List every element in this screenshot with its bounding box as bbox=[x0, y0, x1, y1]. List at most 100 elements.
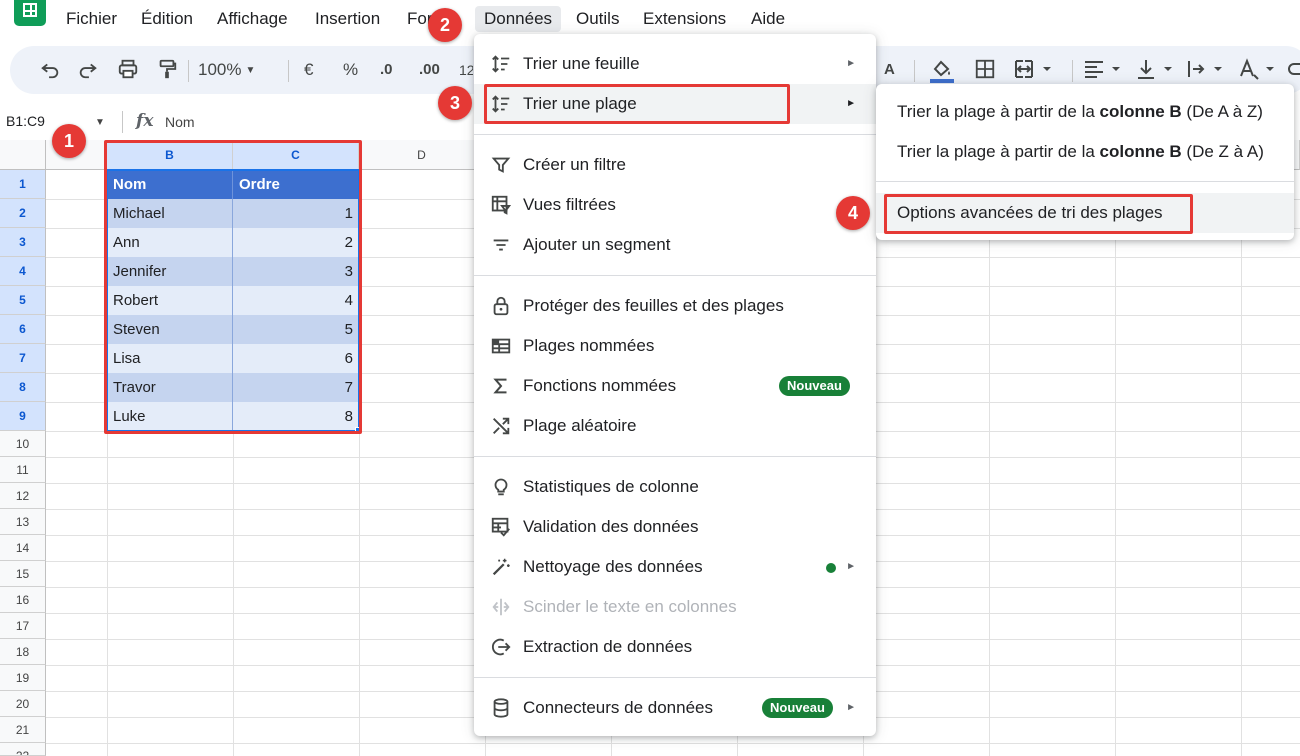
row-header-14[interactable]: 14 bbox=[0, 535, 46, 561]
slicer-icon bbox=[493, 239, 509, 251]
row-header-17[interactable]: 17 bbox=[0, 613, 46, 639]
submenu-item-label: Trier la plage à partir de la colonne B … bbox=[897, 142, 1264, 162]
percent-format-button[interactable]: % bbox=[343, 58, 358, 82]
submenu-item-sort-z-a[interactable]: Trier la plage à partir de la colonne B … bbox=[876, 132, 1294, 172]
row-header-21[interactable]: 21 bbox=[0, 717, 46, 743]
menu-item-nettoyage[interactable]: Nettoyage des données ► bbox=[474, 547, 876, 587]
menu-insertion[interactable]: Insertion bbox=[315, 9, 380, 29]
text-rotation-icon[interactable] bbox=[1237, 58, 1279, 82]
step-callout-1: 1 bbox=[52, 124, 86, 158]
submenu-item-column: colonne B bbox=[1099, 142, 1182, 161]
menu-item-trier-une-feuille[interactable]: Trier une feuille ► bbox=[474, 44, 876, 84]
row-header-10[interactable]: 10 bbox=[0, 431, 46, 457]
increase-decimals-button[interactable]: .00 bbox=[419, 58, 440, 82]
new-badge: Nouveau bbox=[762, 698, 833, 718]
menu-item-label: Trier une feuille bbox=[523, 54, 640, 73]
row-header-1[interactable]: 1 bbox=[0, 170, 46, 199]
column-header-d[interactable]: D bbox=[359, 140, 485, 170]
name-box[interactable]: B1:C9 bbox=[6, 113, 45, 129]
sigma-icon bbox=[493, 378, 507, 394]
sheets-logo-icon[interactable] bbox=[14, 0, 46, 26]
lock-icon bbox=[493, 296, 509, 316]
row-header-12[interactable]: 12 bbox=[0, 483, 46, 509]
row-header-6[interactable]: 6 bbox=[0, 315, 46, 344]
text-wrap-icon[interactable] bbox=[1185, 58, 1227, 82]
menu-item-proteger[interactable]: Protéger des feuilles et des plages bbox=[474, 286, 876, 326]
menu-fichier[interactable]: Fichier bbox=[66, 9, 117, 29]
menu-divider bbox=[474, 275, 876, 276]
borders-icon[interactable] bbox=[974, 58, 996, 82]
row-header-7[interactable]: 7 bbox=[0, 344, 46, 373]
decrease-decimals-button[interactable]: .0 bbox=[380, 58, 393, 82]
menu-item-extraction[interactable]: Extraction de données bbox=[474, 627, 876, 667]
menu-item-plage-aleatoire[interactable]: Plage aléatoire bbox=[474, 406, 876, 446]
fill-color-icon[interactable] bbox=[930, 58, 954, 83]
menu-divider bbox=[876, 181, 1294, 182]
menu-item-connecteurs[interactable]: Connecteurs de données Nouveau ► bbox=[474, 688, 876, 728]
menu-item-vues-filtrees[interactable]: Vues filtrées bbox=[474, 185, 876, 225]
row-header-20[interactable]: 20 bbox=[0, 691, 46, 717]
step-callout-2: 2 bbox=[428, 8, 462, 42]
row-header-4[interactable]: 4 bbox=[0, 257, 46, 286]
menu-item-label: Scinder le texte en colonnes bbox=[523, 597, 737, 616]
shuffle-icon bbox=[493, 417, 510, 435]
row-header-3[interactable]: 3 bbox=[0, 228, 46, 257]
menu-item-validation[interactable]: Validation des données bbox=[474, 507, 876, 547]
align-vertical-icon[interactable] bbox=[1135, 58, 1177, 82]
menu-item-fonctions-nommees[interactable]: Fonctions nommées Nouveau bbox=[474, 366, 876, 406]
row-header-11[interactable]: 11 bbox=[0, 457, 46, 483]
lightbulb-icon bbox=[494, 478, 508, 496]
select-all-corner[interactable] bbox=[0, 140, 46, 170]
submenu-arrow-icon: ► bbox=[846, 561, 856, 572]
merge-cells-icon[interactable] bbox=[1013, 58, 1053, 82]
menu-item-label: Plage aléatoire bbox=[523, 416, 637, 435]
chevron-down-icon[interactable]: ▼ bbox=[95, 117, 105, 128]
zoom-select[interactable]: 100% ▼ bbox=[198, 58, 255, 82]
redo-icon[interactable] bbox=[77, 58, 99, 82]
text-color-button[interactable]: A bbox=[884, 58, 895, 82]
menu-item-label: Protéger des feuilles et des plages bbox=[523, 296, 784, 315]
grid-line bbox=[46, 743, 1300, 744]
formula-input[interactable]: Nom bbox=[165, 114, 195, 130]
row-header-8[interactable]: 8 bbox=[0, 373, 46, 402]
row-header-18[interactable]: 18 bbox=[0, 639, 46, 665]
sort-icon bbox=[492, 55, 510, 73]
filter-views-icon bbox=[491, 195, 512, 215]
menu-item-label: Connecteurs de données bbox=[523, 698, 713, 717]
submenu-item-text: Trier la plage à partir de la bbox=[897, 102, 1100, 121]
insert-link-icon[interactable] bbox=[1288, 58, 1300, 82]
validation-icon bbox=[491, 517, 510, 537]
row-header-15[interactable]: 15 bbox=[0, 561, 46, 587]
print-icon[interactable] bbox=[117, 58, 139, 82]
menu-aide[interactable]: Aide bbox=[751, 9, 785, 29]
menu-outils[interactable]: Outils bbox=[576, 9, 619, 29]
menu-extensions[interactable]: Extensions bbox=[643, 9, 726, 29]
align-horizontal-icon[interactable] bbox=[1083, 58, 1125, 82]
toolbar-divider bbox=[288, 60, 289, 82]
submenu-item-sort-a-z[interactable]: Trier la plage à partir de la colonne B … bbox=[876, 92, 1294, 132]
toolbar-divider bbox=[1072, 60, 1073, 82]
more-formats-button[interactable]: 123 bbox=[459, 58, 473, 82]
filter-icon bbox=[491, 157, 511, 173]
row-header-22[interactable]: 22 bbox=[0, 743, 46, 756]
menu-item-label: Plages nommées bbox=[523, 336, 655, 355]
menu-edition[interactable]: Édition bbox=[141, 9, 193, 29]
menu-item-creer-un-filtre[interactable]: Créer un filtre bbox=[474, 145, 876, 185]
row-header-9[interactable]: 9 bbox=[0, 402, 46, 431]
menu-item-ajouter-un-segment[interactable]: Ajouter un segment bbox=[474, 225, 876, 265]
row-header-2[interactable]: 2 bbox=[0, 199, 46, 228]
menu-affichage[interactable]: Affichage bbox=[217, 9, 288, 29]
row-header-5[interactable]: 5 bbox=[0, 286, 46, 315]
currency-format-button[interactable]: € bbox=[304, 58, 313, 82]
menu-item-label: Fonctions nommées bbox=[523, 376, 677, 395]
row-header-19[interactable]: 19 bbox=[0, 665, 46, 691]
row-header-16[interactable]: 16 bbox=[0, 587, 46, 613]
submenu-item-label: Trier la plage à partir de la colonne B … bbox=[897, 102, 1263, 122]
undo-icon[interactable] bbox=[39, 58, 61, 82]
paint-format-icon[interactable] bbox=[156, 58, 178, 82]
menu-donnees[interactable]: Données bbox=[475, 6, 562, 32]
submenu-item-column: colonne B bbox=[1099, 102, 1182, 121]
menu-item-statistiques[interactable]: Statistiques de colonne bbox=[474, 467, 876, 507]
menu-item-plages-nommees[interactable]: Plages nommées bbox=[474, 326, 876, 366]
row-header-13[interactable]: 13 bbox=[0, 509, 46, 535]
